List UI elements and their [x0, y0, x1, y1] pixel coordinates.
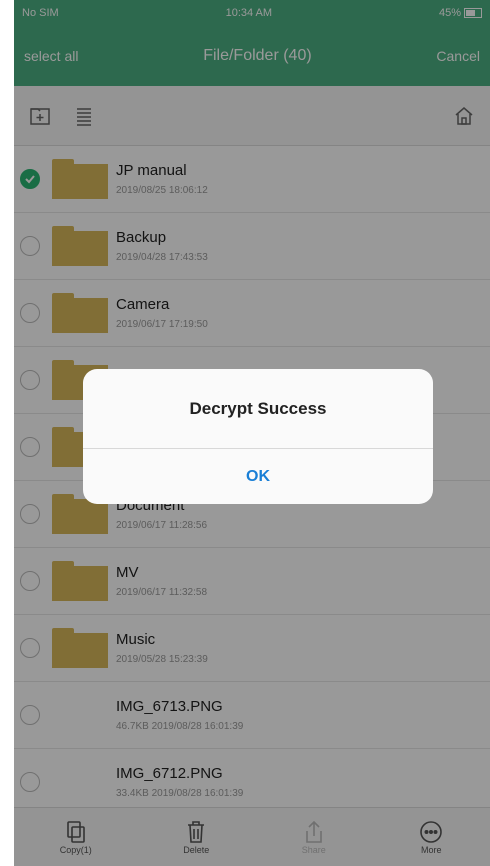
ok-button[interactable]: OK — [83, 449, 433, 504]
alert-dialog: Decrypt Success OK — [83, 369, 433, 504]
app-screen: No SIM 10:34 AM 45% select all File/Fold… — [14, 0, 490, 866]
alert-title: Decrypt Success — [83, 369, 433, 449]
